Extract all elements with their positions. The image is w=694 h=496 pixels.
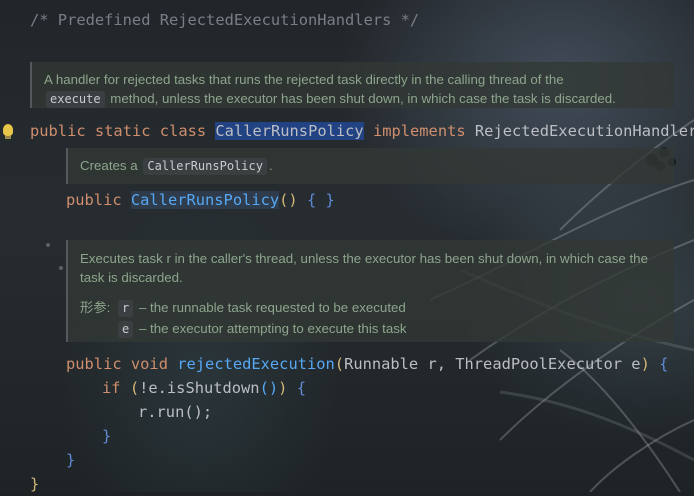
method-declaration-line[interactable]: public void rejectedExecution(Runnable r… xyxy=(66,352,668,376)
param-e-chip[interactable]: e xyxy=(118,321,134,338)
method-close-brace: } xyxy=(66,451,76,469)
kw-implements: implements xyxy=(372,122,466,140)
if-open-brace: { xyxy=(296,379,306,397)
constructor-line[interactable]: public CallerRunsPolicy() { } xyxy=(66,188,335,212)
method-close-paren: ) xyxy=(640,355,650,373)
kw-class: class xyxy=(159,122,207,140)
params-label: 形参: xyxy=(80,300,111,315)
interface-name[interactable]: RejectedExecutionHandler xyxy=(475,122,694,140)
if-line[interactable]: if (!e.isShutdown()) { xyxy=(102,376,306,400)
class-doc-chip-execute[interactable]: execute xyxy=(46,91,105,108)
ctor-body: { } xyxy=(306,191,335,209)
code-editor[interactable]: /* Predefined RejectedExecutionHandlers … xyxy=(0,0,694,493)
class-doc-text2: method, unless the executor has been shu… xyxy=(110,91,616,106)
method-open-paren: ( xyxy=(334,355,345,373)
ctor-parens: () xyxy=(279,191,298,209)
param-e-desc: – the executor attempting to execute thi… xyxy=(138,321,407,336)
class-doc-text1: A handler for rejected tasks that runs t… xyxy=(44,72,564,87)
class-declaration-line[interactable]: public static class CallerRunsPolicy imp… xyxy=(30,119,694,143)
method-name[interactable]: rejectedExecution xyxy=(177,355,335,373)
method-kw-void: void xyxy=(130,355,168,373)
method-doc-text: Executes task r in the caller's thread, … xyxy=(80,251,648,285)
kw-if: if xyxy=(102,379,121,397)
ctor-doc-popup: Creates a CallerRunsPolicy. xyxy=(66,148,674,184)
if-close-brace: } xyxy=(102,427,112,445)
if-call-parens: () xyxy=(259,379,279,397)
kw-public: public xyxy=(30,122,86,140)
method-open-brace: { xyxy=(659,355,669,373)
ctor-doc-chip[interactable]: CallerRunsPolicy xyxy=(143,158,267,175)
param-r-chip[interactable]: r xyxy=(118,300,134,317)
class-close-brace: } xyxy=(30,475,40,493)
if-close-paren: ) xyxy=(278,379,288,397)
class-doc-popup: A handler for rejected tasks that runs t… xyxy=(30,62,674,108)
class-name-selected[interactable]: CallerRunsPolicy xyxy=(215,122,364,140)
if-condition: !e.isShutdown xyxy=(139,379,260,397)
if-open-paren: ( xyxy=(129,379,140,397)
method-kw-public: public xyxy=(66,355,122,373)
ctor-name[interactable]: CallerRunsPolicy xyxy=(130,191,280,209)
param-r-desc: – the runnable task requested to be exec… xyxy=(138,300,406,315)
kw-static: static xyxy=(94,122,151,140)
run-line[interactable]: r.run(); xyxy=(138,400,212,424)
method-doc-params: 形参: r – the runnable task requested to b… xyxy=(80,298,662,338)
ctor-doc-tail: . xyxy=(268,158,273,173)
method-params: Runnable r, ThreadPoolExecutor e xyxy=(344,355,641,373)
ctor-kw-public: public xyxy=(66,191,122,209)
ctor-doc-text: Creates a xyxy=(80,158,138,173)
header-comment: /* Predefined RejectedExecutionHandlers … xyxy=(30,11,420,29)
method-doc-popup: Executes task r in the caller's thread, … xyxy=(66,240,674,342)
